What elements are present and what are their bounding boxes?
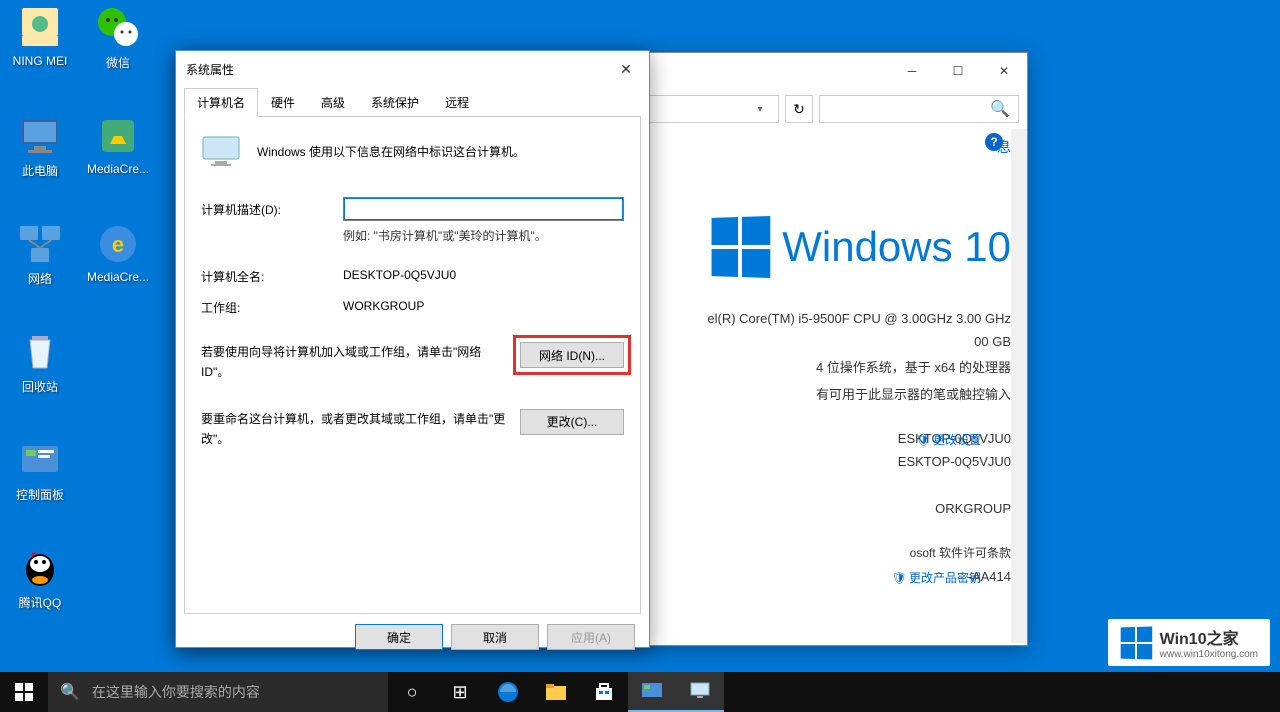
pcfull-value: ESKTOP-0Q5VJU0 (898, 454, 1011, 469)
cpu-value: el(R) Core(TM) i5-9500F CPU @ 3.00GHz 3.… (707, 311, 1011, 326)
dialog-title: 系统属性 (186, 61, 603, 78)
close-button[interactable]: ✕ (603, 53, 649, 85)
desktop-icon-label: 回收站 (22, 378, 58, 395)
help-icon[interactable]: ? (985, 133, 1003, 151)
svg-text:e: e (112, 232, 124, 257)
arch-value: 4 位操作系统，基于 x64 的处理器 (816, 357, 1011, 376)
desktop-icon-mediacre2[interactable]: e MediaCre... (80, 220, 156, 284)
desktop-icon-label: 微信 (106, 54, 130, 71)
desktop-icon-network[interactable]: 网络 (2, 220, 78, 287)
search-icon: 🔍 (990, 99, 1010, 119)
edge-icon[interactable] (484, 672, 532, 712)
desc-hint: 例如: "书房计算机"或"美玲的计算机"。 (343, 227, 624, 244)
watermark: Win10之家 www.win10xitong.com (1108, 619, 1270, 666)
desktop-icon-user[interactable]: NING MEI (2, 4, 78, 68)
tab-protection[interactable]: 系统保护 (358, 88, 432, 117)
maximize-button[interactable]: ☐ (935, 56, 981, 86)
minimize-button[interactable]: ─ (889, 56, 935, 86)
tab-computername[interactable]: 计算机名 (184, 88, 258, 117)
desktop-icon-qq[interactable]: 腾讯QQ (2, 544, 78, 611)
change-key-link[interactable]: 🛡更改产品密钥 (892, 569, 981, 586)
taskbar-controlpanel[interactable] (628, 672, 676, 712)
search-placeholder: 在这里输入你要搜索的内容 (92, 682, 260, 702)
close-button[interactable]: ✕ (981, 56, 1027, 86)
watermark-url: www.win10xitong.com (1160, 649, 1258, 660)
desktop-icon-mediacre1[interactable]: MediaCre... (80, 112, 156, 176)
scrollbar[interactable] (1011, 129, 1027, 643)
chevron-down-icon[interactable]: ▾ (750, 104, 770, 115)
watermark-logo-icon (1120, 626, 1152, 659)
license-link[interactable]: osoft 软件许可条款 (910, 544, 1011, 561)
cortana-icon[interactable]: ○ (388, 672, 436, 712)
apply-button[interactable]: 应用(A) (547, 624, 635, 650)
network-id-button[interactable]: 网络 ID(N)... (520, 342, 624, 368)
desktop-icon-label: MediaCre... (87, 162, 149, 176)
change-settings-link[interactable]: 🛡更改设置 (916, 431, 981, 448)
desktop-icon-label: 网络 (28, 270, 52, 287)
netid-text: 若要使用向导将计算机加入域或工作组，请单击"网络 ID"。 (201, 342, 508, 383)
cancel-button[interactable]: 取消 (451, 624, 539, 650)
search-input[interactable]: 🔍 (819, 95, 1019, 123)
workgroup-value: WORKGROUP (343, 299, 424, 316)
desc-label: 计算机描述(D): (201, 201, 331, 218)
change-button[interactable]: 更改(C)... (520, 409, 624, 435)
search-icon: 🔍 (60, 682, 80, 702)
taskview-icon[interactable]: ⊞ (436, 672, 484, 712)
start-button[interactable] (0, 672, 48, 712)
tab-remote[interactable]: 远程 (432, 88, 482, 117)
touch-value: 有可用于此显示器的笔或触控输入 (816, 384, 1011, 403)
store-icon[interactable] (580, 672, 628, 712)
taskbar: 🔍 在这里输入你要搜索的内容 ○ ⊞ (0, 672, 1280, 712)
computer-description-input[interactable] (343, 197, 624, 221)
windows-icon (15, 683, 33, 701)
tab-body: Windows 使用以下信息在网络中标识这台计算机。 计算机描述(D): 例如:… (184, 116, 641, 614)
watermark-title: Win10之家 (1160, 625, 1258, 649)
workgroup-label: 工作组: (201, 299, 343, 316)
tab-bar: 计算机名 硬件 高级 系统保护 远程 (176, 87, 649, 116)
tab-advanced[interactable]: 高级 (308, 88, 358, 117)
explorer-icon[interactable] (532, 672, 580, 712)
desktop-icon-label: MediaCre... (87, 270, 149, 284)
ok-button[interactable]: 确定 (355, 624, 443, 650)
intro-text: Windows 使用以下信息在网络中标识这台计算机。 (257, 143, 525, 160)
desktop-icon-label: 控制面板 (16, 486, 64, 503)
fullname-label: 计算机全名: (201, 268, 343, 285)
taskbar-sysprops[interactable] (676, 672, 724, 712)
system-properties-dialog: 系统属性 ✕ 计算机名 硬件 高级 系统保护 远程 Windows 使用以下信息… (175, 50, 650, 648)
refresh-button[interactable]: ↻ (785, 95, 813, 123)
taskbar-search[interactable]: 🔍 在这里输入你要搜索的内容 (48, 672, 388, 712)
dialog-titlebar[interactable]: 系统属性 ✕ (176, 51, 649, 87)
desktop-icon-label: 此电脑 (22, 162, 58, 179)
desktop-icon-label: 腾讯QQ (19, 594, 62, 611)
desktop-icon-recyclebin[interactable]: 回收站 (2, 328, 78, 395)
fullname-value: DESKTOP-0Q5VJU0 (343, 268, 456, 285)
workgroup-value: ORKGROUP (935, 501, 1011, 516)
ram-value: 00 GB (974, 334, 1011, 349)
desktop-icon-thispc[interactable]: 此电脑 (2, 112, 78, 179)
desktop-icon-controlpanel[interactable]: 控制面板 (2, 436, 78, 503)
tab-hardware[interactable]: 硬件 (258, 88, 308, 117)
desktop-icon-wechat[interactable]: 微信 (80, 4, 156, 71)
desktop-icon-label: NING MEI (13, 54, 68, 68)
change-text: 要重命名这台计算机，或者更改其域或工作组，请单击"更改"。 (201, 409, 508, 450)
monitor-icon (201, 135, 241, 167)
